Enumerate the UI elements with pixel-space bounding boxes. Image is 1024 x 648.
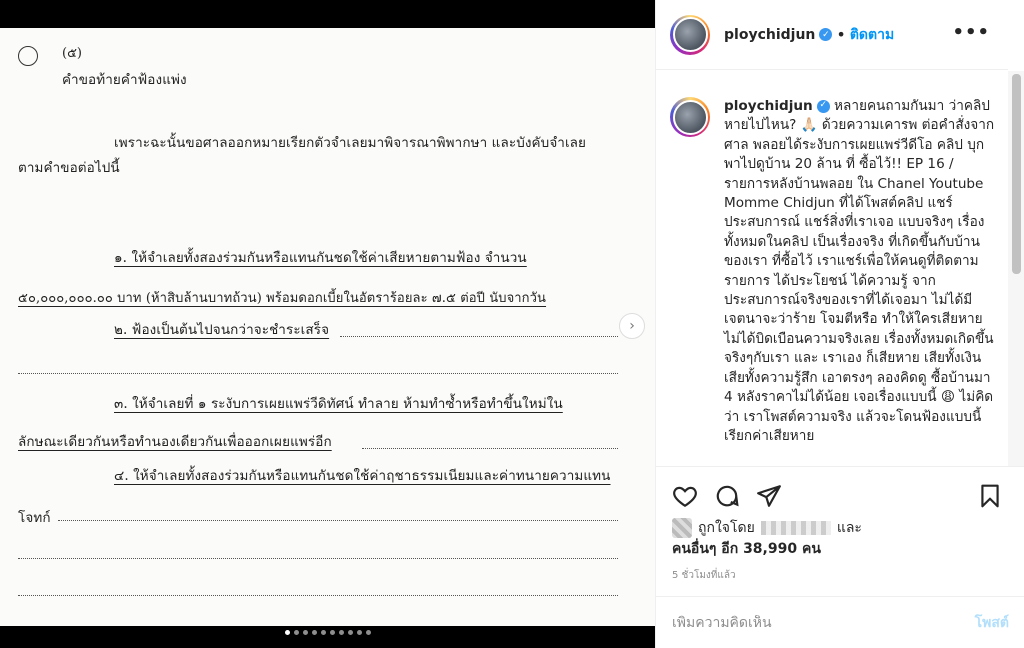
header-separator: • <box>836 25 846 44</box>
document-line: เพราะฉะนั้นขอศาลออกหมายเรียกตัวจำเลยมาพิ… <box>114 135 587 151</box>
document-circle-mark <box>18 46 38 66</box>
bookmark-icon[interactable] <box>977 483 1003 509</box>
pagination-dot <box>284 630 290 635</box>
carousel-next-button[interactable]: › <box>619 313 645 339</box>
document-line: ตามคำขอต่อไปนี้ <box>18 160 120 176</box>
avatar[interactable] <box>670 97 710 137</box>
dotted-line <box>18 558 618 559</box>
caption-text: หลายคนถามกันมา ว่าคลิปหายไปไหน? 🙏🏻 ด้วยค… <box>724 98 995 444</box>
document-line: ๑. ให้จำเลยทั้งสองร่วมกันหรือแทนกันชดใช้… <box>114 250 527 266</box>
carousel-pagination <box>0 630 655 640</box>
follow-button[interactable]: ติดตาม <box>850 24 894 46</box>
post-timestamp[interactable]: 5 ชั่วโมงที่แล้ว <box>672 568 736 583</box>
document-heading: คำขอท้ายคำฟ้องแพ่ง <box>62 72 187 88</box>
pagination-dot <box>293 630 299 635</box>
pagination-dot <box>302 630 308 635</box>
pagination-dot <box>338 630 344 635</box>
caption-section: ploychidjun ✓ หลายคนถามกันมา ว่าคลิปหายไป… <box>656 71 1008 466</box>
document-line: ๔. ให้จำเลยทั้งสองร่วมกันหรือแทนกันชดใช้… <box>114 468 611 484</box>
pagination-dot <box>311 630 317 635</box>
avatar[interactable] <box>670 14 710 55</box>
court-document-image: (๕) คำขอท้ายคำฟ้องแพ่ง เพราะฉะนั้นขอศาลอ… <box>0 28 655 626</box>
more-options-icon[interactable]: ••• <box>952 22 990 43</box>
caption-username-link[interactable]: ploychidjun <box>724 98 813 114</box>
post-header: ploychidjun ✓ • ติดตาม ••• <box>656 0 1008 70</box>
pagination-dot <box>365 630 371 635</box>
pagination-dot <box>329 630 335 635</box>
pagination-dot <box>347 630 353 635</box>
dotted-line <box>18 373 618 374</box>
comment-bar: โพสต์ <box>656 596 1024 648</box>
verified-badge-icon: ✓ <box>819 28 833 41</box>
document-line: ๒. ฟ้องเป็นต้นไปจนกว่าจะชำระเสร็จ <box>114 322 330 338</box>
comment-icon[interactable] <box>714 483 740 509</box>
chevron-right-icon: › <box>629 318 635 334</box>
dotted-line <box>340 336 618 337</box>
heart-icon[interactable] <box>672 483 698 509</box>
dotted-line <box>18 595 618 596</box>
likes-summary: ถูกใจโดย และ คนอื่นๆ อีก 38,990 คน <box>672 518 862 560</box>
post-caption: ploychidjun ✓ หลายคนถามกันมา ว่าคลิปหายไป… <box>724 97 998 446</box>
username-link[interactable]: ploychidjun <box>724 27 815 43</box>
share-icon[interactable] <box>756 483 782 509</box>
dotted-line <box>362 448 618 449</box>
post-panel: ploychidjun ✓ • ติดตาม ••• ploychidjun ✓ … <box>655 0 1024 648</box>
caption-scrollbar-thumb[interactable] <box>1012 74 1021 274</box>
liked-by-and: และ <box>836 520 862 536</box>
document-line: ๕๐,๐๐๐,๐๐๐.๐๐ บาท (ห้าสิบล้านบาทถ้วน) พร… <box>18 291 547 306</box>
document-line: ๓. ให้จำเลยที่ ๑ ระงับการเผยแพร่วีดิทัศน… <box>114 396 563 412</box>
pagination-dot <box>356 630 362 635</box>
document-page-number: (๕) <box>62 46 82 61</box>
likes-count-link[interactable]: คนอื่นๆ อีก 38,990 คน <box>672 541 821 557</box>
document-line: ลักษณะเดียวกันหรือทำนองเดียวกันเพื่อออกเ… <box>18 434 332 450</box>
verified-badge-icon: ✓ <box>816 99 830 113</box>
post-media: (๕) คำขอท้ายคำฟ้องแพ่ง เพราะฉะนั้นขอศาลอ… <box>0 0 655 648</box>
liker-avatar-blurred[interactable] <box>672 518 692 538</box>
post-comment-button[interactable]: โพสต์ <box>975 612 1009 634</box>
liker-name-blurred[interactable] <box>760 521 831 535</box>
document-line: โจทก์ <box>18 510 51 526</box>
comment-input[interactable] <box>672 614 975 631</box>
dotted-line <box>58 520 618 521</box>
pagination-dot <box>320 630 326 635</box>
liked-by-prefix: ถูกใจโดย <box>698 520 755 536</box>
